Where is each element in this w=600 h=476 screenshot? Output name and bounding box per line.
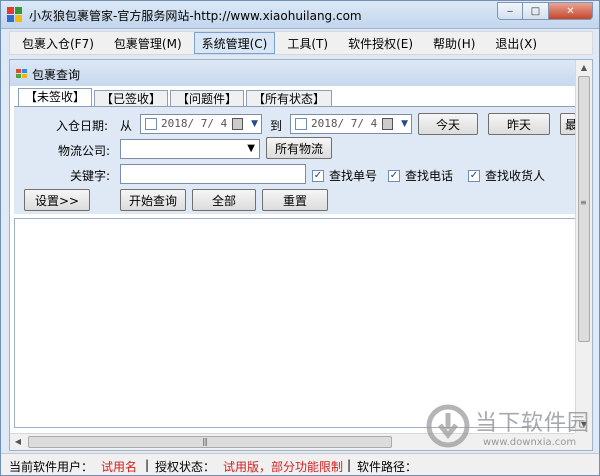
find-recipient-label: 查找收货人 — [485, 169, 546, 183]
checkbox-checked-icon: ✓ — [388, 169, 400, 182]
window-title: 小灰狼包裹管家-官方服务网站-http://www.xiaohuilang.co… — [29, 9, 362, 23]
settings-button[interactable]: 设置>> — [24, 189, 90, 211]
today-button[interactable]: 今天 — [418, 113, 478, 135]
more-date-button[interactable]: 最 — [560, 113, 576, 135]
carrier-select[interactable]: ▼ — [120, 139, 260, 159]
to-label: 到 — [270, 119, 283, 133]
chevron-down-icon[interactable]: ▼ — [401, 119, 408, 129]
chevron-down-icon[interactable]: ▼ — [247, 143, 255, 154]
date-from-checkbox[interactable] — [145, 118, 157, 130]
window-controls: ‒ □ ✕ — [497, 2, 593, 20]
date-to-picker[interactable]: 2018/ 7/ 4 ▼ — [290, 114, 412, 134]
menu-exit[interactable]: 退出(X) — [487, 32, 545, 54]
status-tabs: 【未签收】 【已签收】 【问题件】 【所有状态】 — [18, 88, 334, 108]
find-phone-checkbox[interactable]: ✓ 查找电话 — [388, 167, 453, 184]
app-logo-icon — [7, 7, 23, 23]
menu-help[interactable]: 帮助(H) — [425, 32, 483, 54]
scroll-up-icon[interactable]: ▲ — [577, 61, 591, 75]
chevron-down-icon[interactable]: ▼ — [251, 119, 258, 129]
horizontal-scroll-thumb[interactable] — [28, 436, 392, 448]
menu-package-inbound[interactable]: 包裹入仓(F7) — [14, 32, 102, 54]
app-window: 小灰狼包裹管家-官方服务网站-http://www.xiaohuilang.co… — [0, 0, 600, 476]
menu-license[interactable]: 软件授权(E) — [340, 32, 421, 54]
query-form: 入仓日期: 从 2018/ 7/ 4 ▼ 到 2018/ 7/ 4 ▼ 今天 昨… — [14, 106, 576, 214]
date-label: 入仓日期: — [56, 119, 109, 133]
keyword-input[interactable] — [120, 164, 306, 184]
date-from-value: 2018/ 7/ 4 — [161, 117, 228, 130]
carrier-label: 物流公司: — [58, 144, 111, 158]
checkbox-checked-icon: ✓ — [312, 169, 324, 182]
close-icon: ✕ — [566, 5, 575, 17]
scroll-corner — [575, 433, 592, 450]
scroll-down-icon[interactable]: ▼ — [577, 418, 591, 432]
calendar-icon[interactable] — [382, 118, 393, 130]
grip-icon: ≡ — [580, 198, 587, 207]
horizontal-scrollbar[interactable]: ◀ ||| — [10, 433, 576, 450]
maximize-button[interactable]: □ — [523, 2, 549, 20]
all-carriers-button[interactable]: 所有物流 — [266, 137, 332, 159]
results-list[interactable] — [14, 218, 576, 428]
license-status-label: 授权状态： — [155, 460, 216, 474]
all-button[interactable]: 全部 — [192, 189, 256, 211]
status-bar: 当前软件用户： 试用名 | 授权状态： 试用版，部分功能限制 | 软件路径： — [1, 453, 599, 475]
yesterday-button[interactable]: 昨天 — [488, 113, 550, 135]
status-separator: | — [347, 458, 352, 472]
panel-header: 包裹查询 — [10, 60, 576, 86]
start-search-button[interactable]: 开始查询 — [120, 189, 186, 211]
find-tracking-label: 查找单号 — [329, 169, 378, 183]
checkbox-checked-icon: ✓ — [468, 169, 480, 182]
software-path-label: 软件路径： — [357, 460, 418, 474]
reset-button[interactable]: 重置 — [262, 189, 328, 211]
minimize-icon: ‒ — [506, 5, 514, 17]
calendar-icon[interactable] — [232, 118, 243, 130]
grip-icon: ||| — [202, 437, 208, 446]
close-button[interactable]: ✕ — [549, 2, 593, 20]
find-phone-label: 查找电话 — [405, 169, 454, 183]
date-to-checkbox[interactable] — [295, 118, 307, 130]
panel-title: 包裹查询 — [32, 68, 81, 82]
vertical-scroll-thumb[interactable] — [578, 76, 590, 342]
scroll-left-icon[interactable]: ◀ — [11, 435, 25, 449]
license-status-value: 试用版，部分功能限制 — [223, 460, 344, 474]
date-from-picker[interactable]: 2018/ 7/ 4 ▼ — [140, 114, 262, 134]
menu-tools[interactable]: 工具(T) — [279, 32, 336, 54]
menu-package-manage[interactable]: 包裹管理(M) — [106, 32, 190, 54]
minimize-button[interactable]: ‒ — [497, 2, 523, 20]
menu-system-manage[interactable]: 系统管理(C) — [193, 32, 276, 54]
find-recipient-checkbox[interactable]: ✓ 查找收货人 — [468, 167, 545, 184]
current-user-label: 当前软件用户： — [9, 460, 94, 474]
maximize-icon: □ — [530, 5, 541, 17]
keyword-label: 关键字: — [70, 169, 111, 183]
find-tracking-checkbox[interactable]: ✓ 查找单号 — [312, 167, 377, 184]
date-to-value: 2018/ 7/ 4 — [311, 117, 378, 130]
vertical-scrollbar[interactable]: ▲ ≡ ▼ — [575, 60, 592, 434]
menu-bar: 包裹入仓(F7) 包裹管理(M) 系统管理(C) 工具(T) 软件授权(E) 帮… — [9, 31, 593, 55]
current-user-value: 试用名 — [101, 460, 138, 474]
package-query-panel: 包裹查询 【未签收】 【已签收】 【问题件】 【所有状态】 入仓日期: 从 20… — [9, 59, 593, 451]
status-separator: | — [145, 458, 150, 472]
from-label: 从 — [120, 119, 133, 133]
package-icon — [16, 69, 28, 79]
tab-unsigned[interactable]: 【未签收】 — [18, 88, 93, 108]
title-bar[interactable]: 小灰狼包裹管家-官方服务网站-http://www.xiaohuilang.co… — [1, 1, 599, 29]
